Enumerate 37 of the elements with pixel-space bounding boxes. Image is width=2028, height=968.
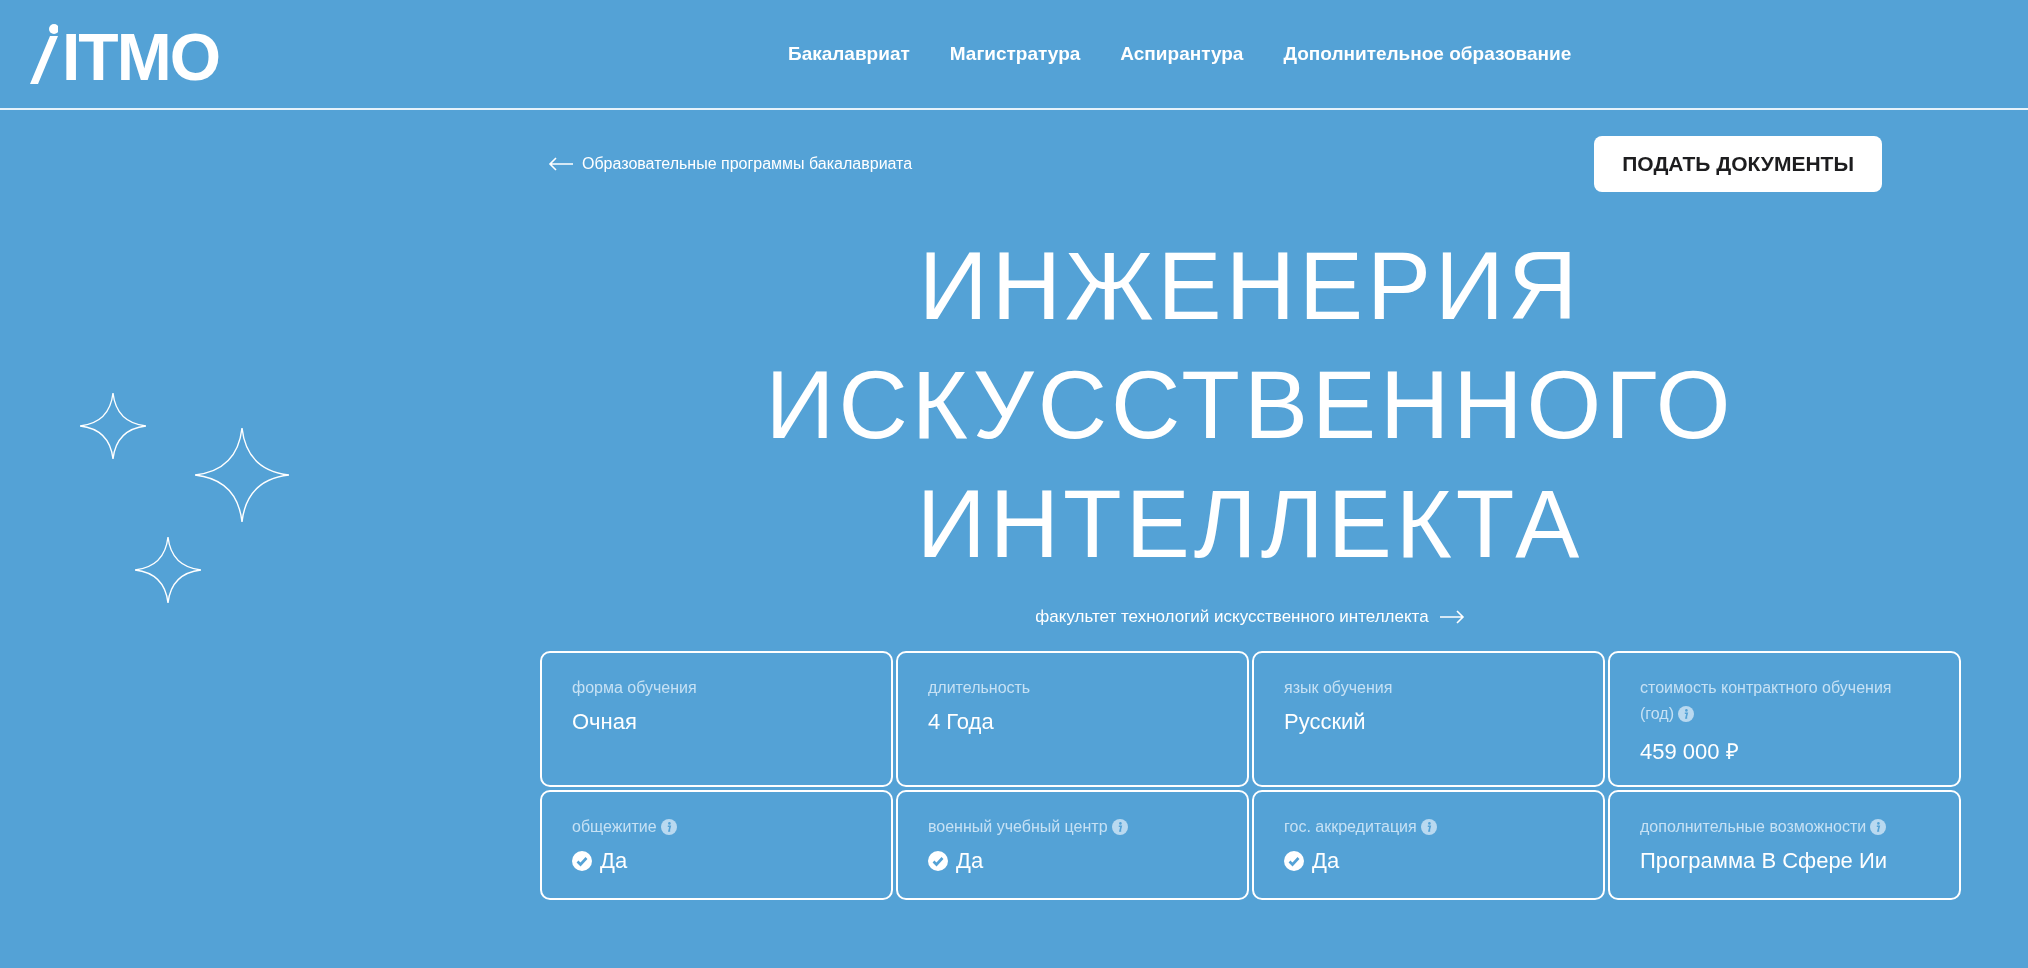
- info-icon[interactable]: [660, 819, 677, 835]
- nav-link[interactable]: Дополнительное образование: [1283, 43, 1572, 65]
- nav-link[interactable]: Бакалавриат: [788, 43, 910, 65]
- sparkle-icon: [195, 428, 289, 522]
- program-title: ИНТЕЛЛЕКТА: [916, 469, 1584, 579]
- arrow-right-icon: [1438, 610, 1465, 624]
- card-value: Да: [600, 848, 628, 874]
- program-title: ИСКУССТВЕННОГО: [765, 350, 1735, 460]
- arrow-left-icon: [548, 157, 574, 171]
- card-label: дополнительные возможности: [1640, 818, 1887, 835]
- card-label: длительность: [928, 679, 1031, 696]
- card-value: Программа В Сфере Ии: [1640, 848, 1888, 874]
- info-icon[interactable]: [1870, 819, 1887, 835]
- nav-link[interactable]: Магистратура: [949, 43, 1081, 65]
- sparkle-icon: [135, 537, 201, 603]
- info-icon[interactable]: [1678, 706, 1695, 722]
- logo-text: ITMO: [62, 30, 219, 84]
- card-value: 459 000 ₽: [1640, 738, 1739, 765]
- info-icon[interactable]: [1111, 819, 1128, 835]
- card-label: стоимость контрактного обучения (год): [1640, 679, 1892, 722]
- apply-button[interactable]: ПОДАТЬ ДОКУМЕНТЫ: [1594, 136, 1882, 192]
- info-icon[interactable]: [1420, 819, 1437, 835]
- logo-slash-icon: [28, 24, 58, 84]
- card-value: Да: [1312, 848, 1340, 874]
- card-value: Русский: [1284, 709, 1366, 735]
- logo[interactable]: ITMO: [28, 24, 268, 84]
- card-value: Очная: [572, 709, 637, 735]
- card-label: гос. аккредитация: [1284, 818, 1437, 835]
- card-label: форма обучения: [572, 679, 697, 696]
- card-value: 4 Года: [928, 709, 994, 735]
- card-label: общежитие: [572, 818, 677, 835]
- program-title: ИНЖЕНЕРИЯ: [918, 231, 1582, 341]
- sparkle-icon: [80, 393, 146, 459]
- card-label: военный учебный центр: [928, 818, 1128, 835]
- nav-link[interactable]: Аспирантура: [1120, 43, 1244, 65]
- card-value: Да: [956, 848, 984, 874]
- card-label: язык обучения: [1284, 679, 1393, 696]
